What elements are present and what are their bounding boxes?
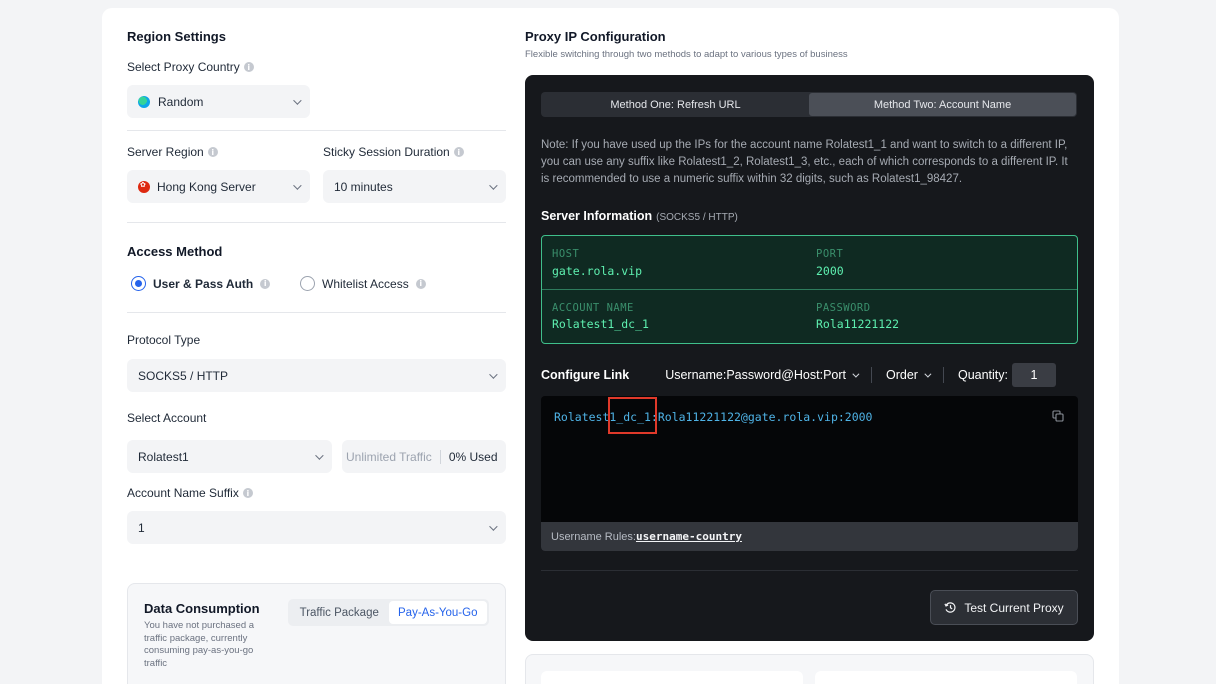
radio-user-pass-auth[interactable]: User & Pass Auth i — [131, 276, 271, 291]
select-account-label: Select Account — [127, 411, 207, 425]
server-region-label: Server Region i — [127, 145, 218, 159]
access-method-title: Access Method — [127, 244, 223, 259]
order-dropdown[interactable]: Order — [886, 368, 932, 382]
bottom-card-item — [541, 671, 803, 684]
divider — [541, 570, 1078, 571]
port-key: PORT — [816, 248, 844, 260]
divider — [942, 367, 944, 383]
protocol-type-select[interactable]: SOCKS5 / HTTP — [127, 359, 506, 392]
proxy-country-label: Select Proxy Country i — [127, 60, 254, 74]
format-dropdown[interactable]: Username:Password@Host:Port — [665, 368, 860, 382]
chevron-down-icon — [293, 95, 302, 105]
username-rules-link[interactable]: username-country — [636, 530, 742, 543]
sticky-session-label: Sticky Session Duration i — [323, 145, 464, 159]
port-value[interactable]: 2000 — [816, 264, 844, 278]
password-key: PASSWORD — [816, 302, 871, 314]
account-name-value[interactable]: Rolatest1_dc_1 — [552, 317, 649, 331]
configure-link-title: Configure Link — [541, 368, 630, 382]
username-rules: Username Rules: username-country — [541, 522, 1078, 551]
hong-kong-flag-icon — [138, 180, 150, 193]
bottom-card-item — [815, 671, 1077, 684]
radio-unselected-icon[interactable] — [300, 276, 315, 291]
divider — [871, 367, 873, 383]
highlight-box — [608, 397, 657, 434]
info-icon: i — [453, 147, 464, 157]
tab-refresh-url[interactable]: Method One: Refresh URL — [542, 93, 809, 116]
password-value[interactable]: Rola11221122 — [816, 317, 899, 331]
data-consumption-title: Data Consumption — [144, 601, 260, 616]
tab-traffic-package[interactable]: Traffic Package — [290, 601, 389, 624]
tab-pay-as-you-go[interactable]: Pay-As-You-Go — [388, 601, 487, 624]
radio-selected-icon[interactable] — [131, 276, 146, 291]
info-icon: i — [242, 488, 253, 498]
chevron-down-icon — [489, 369, 498, 379]
divider — [439, 449, 441, 464]
host-key: HOST — [552, 248, 580, 260]
chevron-down-icon — [315, 450, 324, 460]
divider — [127, 130, 506, 131]
divider — [127, 312, 506, 313]
info-icon: i — [415, 278, 426, 289]
account-name-suffix-label: Account Name Suffix i — [127, 486, 253, 500]
info-icon: i — [207, 147, 218, 157]
traffic-info: Unlimited Traffic 0% Used — [342, 440, 506, 473]
configure-link-bar: Configure Link Username:Password@Host:Po… — [541, 362, 1078, 388]
chevron-down-icon — [924, 370, 932, 378]
proxy-country-select[interactable]: Random — [127, 85, 310, 118]
protocol-type-label: Protocol Type — [127, 333, 201, 347]
copy-icon[interactable] — [1052, 410, 1064, 422]
chevron-down-icon — [852, 370, 860, 378]
refresh-timer-icon — [944, 602, 956, 613]
proxy-config-subtitle: Flexible switching through two methods t… — [525, 49, 848, 60]
sticky-session-select[interactable]: 10 minutes — [323, 170, 506, 203]
proxy-config-title: Proxy IP Configuration — [525, 29, 666, 44]
method-note: Note: If you have used up the IPs for th… — [541, 139, 1068, 185]
chevron-down-icon — [489, 521, 498, 531]
info-icon: i — [243, 62, 254, 72]
method-tabs: Method One: Refresh URL Method Two: Acco… — [541, 92, 1077, 117]
server-info-heading: Server Information (SOCKS5 / HTTP) — [541, 209, 738, 223]
chevron-down-icon — [293, 180, 302, 190]
test-current-proxy-button[interactable]: Test Current Proxy — [930, 590, 1078, 625]
globe-icon — [138, 95, 150, 108]
tab-account-name[interactable]: Method Two: Account Name — [809, 93, 1076, 116]
account-name-key: ACCOUNT NAME — [552, 302, 634, 314]
chevron-down-icon — [489, 180, 498, 190]
quantity-input[interactable]: 1 — [1012, 363, 1056, 387]
account-select[interactable]: Rolatest1 — [127, 440, 332, 473]
divider — [542, 289, 1077, 290]
host-value[interactable]: gate.rola.vip — [552, 264, 642, 278]
quantity-label: Quantity: — [957, 368, 1008, 382]
radio-whitelist-access[interactable]: Whitelist Access i — [300, 276, 426, 291]
data-consumption-description: You have not purchased a traffic package… — [144, 620, 255, 669]
consumption-toggle: Traffic Package Pay-As-You-Go — [288, 599, 489, 626]
proxy-link-text[interactable]: Rolatest1_dc_1:Rola11221122@gate.rola.vi… — [554, 410, 873, 424]
account-name-suffix-select[interactable]: 1 — [127, 511, 506, 544]
server-region-select[interactable]: Hong Kong Server — [127, 170, 310, 203]
divider — [127, 222, 506, 223]
info-icon: i — [260, 278, 271, 289]
region-settings-title: Region Settings — [127, 29, 226, 44]
